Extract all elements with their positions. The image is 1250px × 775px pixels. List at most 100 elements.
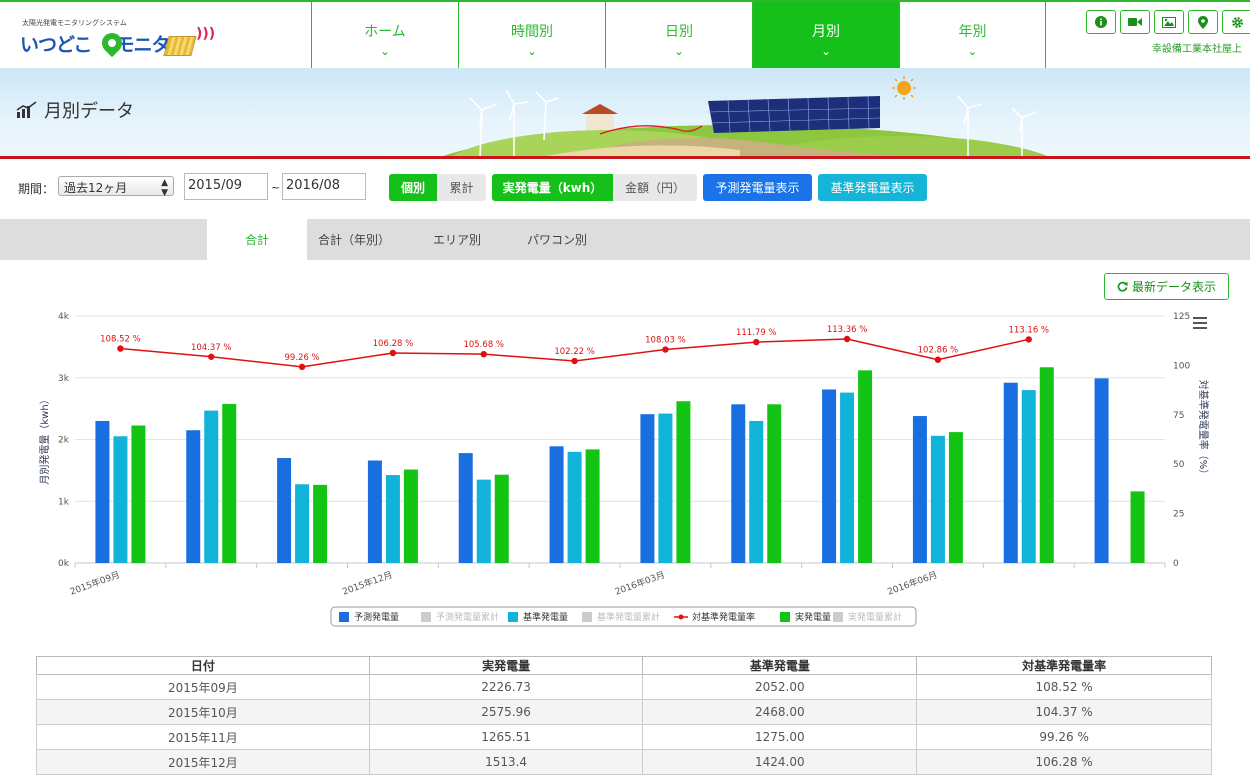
cell-date: 2015年11月 [36, 724, 370, 750]
chart-bars [95, 367, 1145, 563]
nav-daily[interactable]: 日別 ⌄ [605, 2, 752, 68]
column-header-date[interactable]: 日付 [36, 656, 370, 675]
video-icon[interactable] [1120, 10, 1150, 34]
date-to-input[interactable]: 2016/08 [282, 173, 366, 200]
legend-point-swatch [678, 614, 684, 620]
mode-cumulative-button[interactable]: 累計 [437, 174, 486, 201]
legend-item[interactable]: 実発電量 [780, 611, 831, 623]
legend-swatch [508, 612, 518, 622]
legend-item[interactable]: 基準発電量 [508, 611, 568, 623]
unit-yen-button[interactable]: 金額（円） [613, 174, 697, 201]
cell-actual: 2575.96 [368, 699, 644, 725]
tab-bar: 合計 合計（年別） エリア別 パワコン別 [0, 219, 1250, 260]
ratio-point [1025, 336, 1032, 343]
legend-label: 基準発電量累計 [597, 611, 660, 623]
nav-hourly-label: 時間別 [511, 24, 553, 40]
cell-baseline: 1424.00 [642, 749, 918, 775]
date-from-input[interactable]: 2015/09 [184, 173, 268, 200]
show-forecast-button[interactable]: 予測発電量表示 [703, 174, 812, 201]
nav-yearly[interactable]: 年別 ⌄ [899, 2, 1046, 68]
solar-panel-icon [163, 36, 197, 56]
ratio-data-label: 113.36 % [827, 325, 868, 335]
tab-area[interactable]: エリア別 [415, 219, 499, 260]
logo[interactable]: 太陽光発電モニタリングシステム いつどこ モニタ ))) [18, 16, 218, 62]
column-header-ratio[interactable]: 対基準発電量率 [916, 656, 1212, 675]
signal-icon: ))) [196, 26, 216, 42]
cell-baseline: 2468.00 [642, 699, 918, 725]
chevron-down-icon: ⌄ [527, 45, 537, 58]
chart-bar [912, 416, 927, 563]
period-select[interactable]: 過去12ヶ月 ▲ ▼ [58, 176, 174, 198]
column-header-baseline[interactable]: 基準発電量 [642, 656, 918, 675]
y2-tick-label: 100 [1173, 361, 1190, 371]
y-tick-label: 0k [58, 559, 70, 569]
table-row: 2015年09月 2226.73 2052.00 108.52 % [36, 674, 1212, 700]
gear-icon[interactable] [1222, 10, 1250, 34]
y-tick-label: 2k [58, 436, 70, 446]
nav-daily-label: 日別 [665, 24, 693, 40]
chart-bar [749, 420, 764, 563]
chart-bar [676, 401, 691, 563]
ratio-data-label: 102.22 % [554, 347, 595, 357]
tab-power-conditioner[interactable]: パワコン別 [510, 219, 604, 260]
mode-individual-button[interactable]: 個別 [389, 174, 437, 201]
nav-home[interactable]: ホーム ⌄ [311, 2, 458, 68]
y-axis-title: 月別発電量（kwh） [38, 394, 51, 484]
period-label: 期間： [18, 182, 55, 196]
ratio-point [571, 357, 578, 365]
tab-total[interactable]: 合計 [207, 219, 307, 260]
x-tick-label: 2015年09月 [68, 569, 121, 598]
ratio-point [389, 349, 397, 357]
y2-tick-label: 75 [1173, 411, 1184, 421]
ratio-point [934, 356, 942, 363]
nav-monthly[interactable]: 月別 ⌄ [752, 2, 899, 68]
y2-axis-title: 対基準発電量率（%） [1197, 380, 1210, 480]
bar-chart-icon [16, 101, 37, 118]
nav-hourly[interactable]: 時間別 ⌄ [458, 2, 605, 68]
ratio-point [208, 353, 215, 360]
table-row: 2015年11月 1265.51 1275.00 99.26 % [36, 724, 1212, 750]
chart-bar [95, 420, 110, 563]
map-pin-icon[interactable] [1188, 10, 1218, 34]
ratio-data-label: 99.26 % [285, 353, 320, 363]
tab-total-yearly[interactable]: 合計（年別） [307, 219, 401, 260]
chart-bar [403, 469, 418, 563]
chart-bar [458, 453, 473, 563]
y2-tick-label: 50 [1173, 460, 1185, 470]
refresh-label: 最新データ表示 [1131, 280, 1216, 294]
filter-controls: 期間： 過去12ヶ月 ▲ ▼ 2015/09 ~ 2016/08 個別 累計 実発… [0, 170, 1250, 204]
unit-kwh-button[interactable]: 実発電量（kwh） [492, 174, 613, 201]
chart-ratio-line: 108.52 % 104.37 % 99.26 % 106.28 % 105.68 % 1… [100, 325, 1049, 371]
chart-bar [131, 425, 146, 563]
monthly-data-table: 日付 実発電量 基準発電量 対基準発電量率 2015年09月 2226.73 2… [36, 656, 1212, 775]
logo-title-part1: いつどこ [20, 34, 92, 56]
logo-title: いつどこ モニタ [20, 30, 170, 57]
legend-label: 予測発電量 [354, 611, 399, 623]
chart-menu-icon[interactable] [1193, 317, 1207, 332]
chevron-down-icon: ⌄ [967, 45, 978, 58]
chevron-down-icon: ⌄ [674, 45, 684, 58]
date-separator: ~ [271, 181, 281, 194]
chart-bar [277, 458, 292, 563]
table-row: 2015年10月 2575.96 2468.00 104.37 % [36, 699, 1212, 725]
ratio-data-label: 106.28 % [373, 339, 414, 349]
chart-bar [585, 449, 600, 563]
legend-label: 対基準発電量率 [692, 611, 755, 623]
chart-bar [858, 370, 873, 563]
column-header-actual[interactable]: 実発電量 [368, 656, 644, 675]
chart-bar [295, 484, 310, 563]
chart-bar [1094, 378, 1109, 563]
legend-item[interactable]: 予測発電量 [339, 611, 399, 623]
refresh-data-button[interactable]: 最新データ表示 [1104, 273, 1229, 300]
image-icon[interactable] [1154, 10, 1184, 34]
show-baseline-button[interactable]: 基準発電量表示 [818, 174, 927, 201]
chevron-down-icon: ⌄ [380, 45, 390, 58]
chart-bar [1021, 390, 1036, 563]
chart-bar [567, 451, 582, 563]
x-tick-label: 2016年03月 [613, 569, 666, 598]
cell-baseline: 1275.00 [642, 724, 918, 750]
page-title-text: 月別データ [44, 101, 134, 122]
info-icon[interactable] [1086, 10, 1116, 34]
legend-swatch [339, 612, 349, 622]
main-nav: ホーム ⌄ 時間別 ⌄ 日別 ⌄ 月別 ⌄ 年別 ⌄ [311, 2, 1046, 68]
